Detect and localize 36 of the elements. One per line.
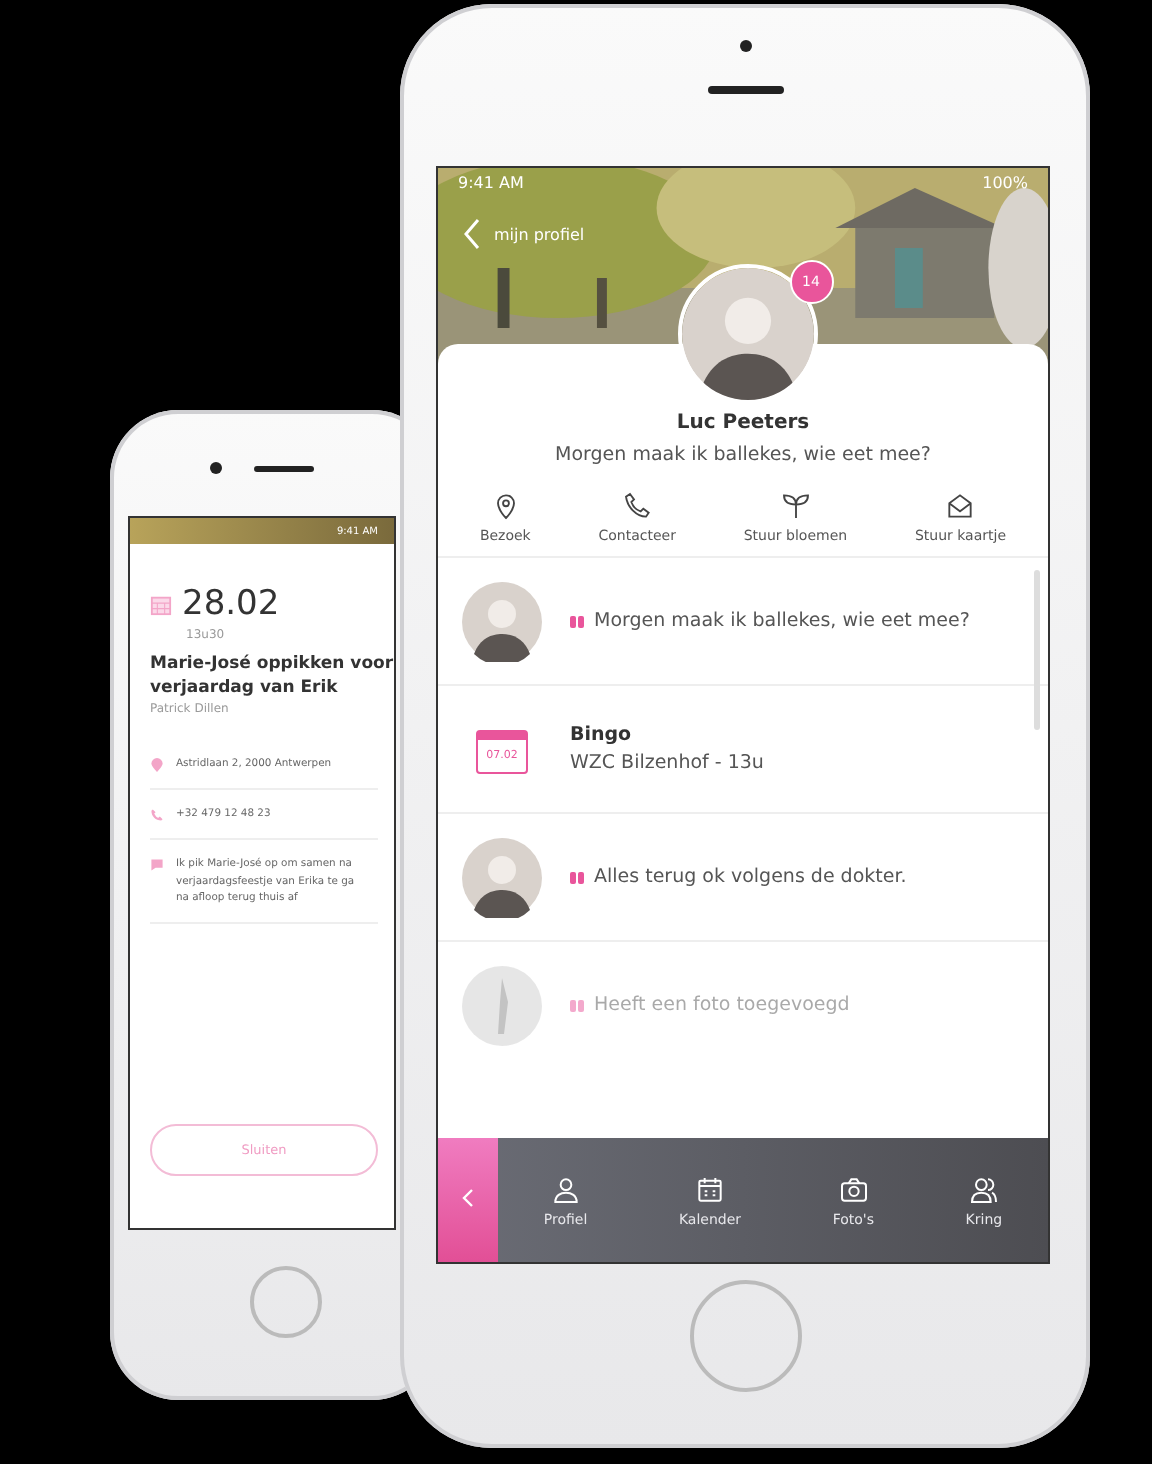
people-icon	[967, 1173, 1000, 1205]
feed-message: Heeft een foto toegevoegd	[594, 994, 850, 1016]
envelope-icon	[944, 490, 977, 522]
camera-dot	[740, 40, 752, 52]
calendar-icon	[150, 593, 172, 615]
feed-message: Morgen maak ik ballekes, wie eet mee?	[594, 610, 970, 632]
home-button[interactable]	[250, 1266, 322, 1338]
appointment-title: Marie-José oppikken voor verjaardag van Erik	[150, 654, 394, 702]
status-time: 9:41 AM	[458, 174, 524, 192]
event-title: Bingo	[570, 724, 634, 746]
avatar	[462, 581, 542, 661]
quote-icon	[570, 999, 584, 1011]
calendar-icon	[693, 1173, 726, 1205]
event-details: WZC Bilzenhof - 13u	[570, 752, 764, 774]
collapse-button[interactable]	[438, 1138, 498, 1262]
speaker	[254, 466, 314, 472]
avatar	[462, 837, 542, 917]
speaker	[708, 86, 784, 94]
quote-icon	[570, 871, 584, 883]
phone-icon	[621, 490, 654, 522]
person-icon	[549, 1173, 582, 1205]
profile-name: Luc Peeters	[674, 412, 812, 434]
camera-icon	[837, 1173, 870, 1205]
appointment-date: 28.02	[182, 584, 280, 624]
profile-status: Morgen maak ik ballekes, wie eet mee?	[553, 444, 933, 466]
home-button[interactable]	[690, 1280, 802, 1392]
speech-icon	[150, 858, 164, 873]
phone-icon	[150, 808, 164, 823]
location-pin-icon	[150, 757, 164, 772]
quote-icon	[570, 615, 584, 627]
chevron-left-icon	[462, 218, 482, 250]
feed-message: Alles terug ok volgens de dokter.	[594, 866, 907, 888]
sprout-icon	[779, 490, 812, 522]
chevron-left-icon	[462, 1188, 474, 1208]
camera-dot	[210, 462, 222, 474]
battery-level: 100%	[982, 174, 1028, 192]
